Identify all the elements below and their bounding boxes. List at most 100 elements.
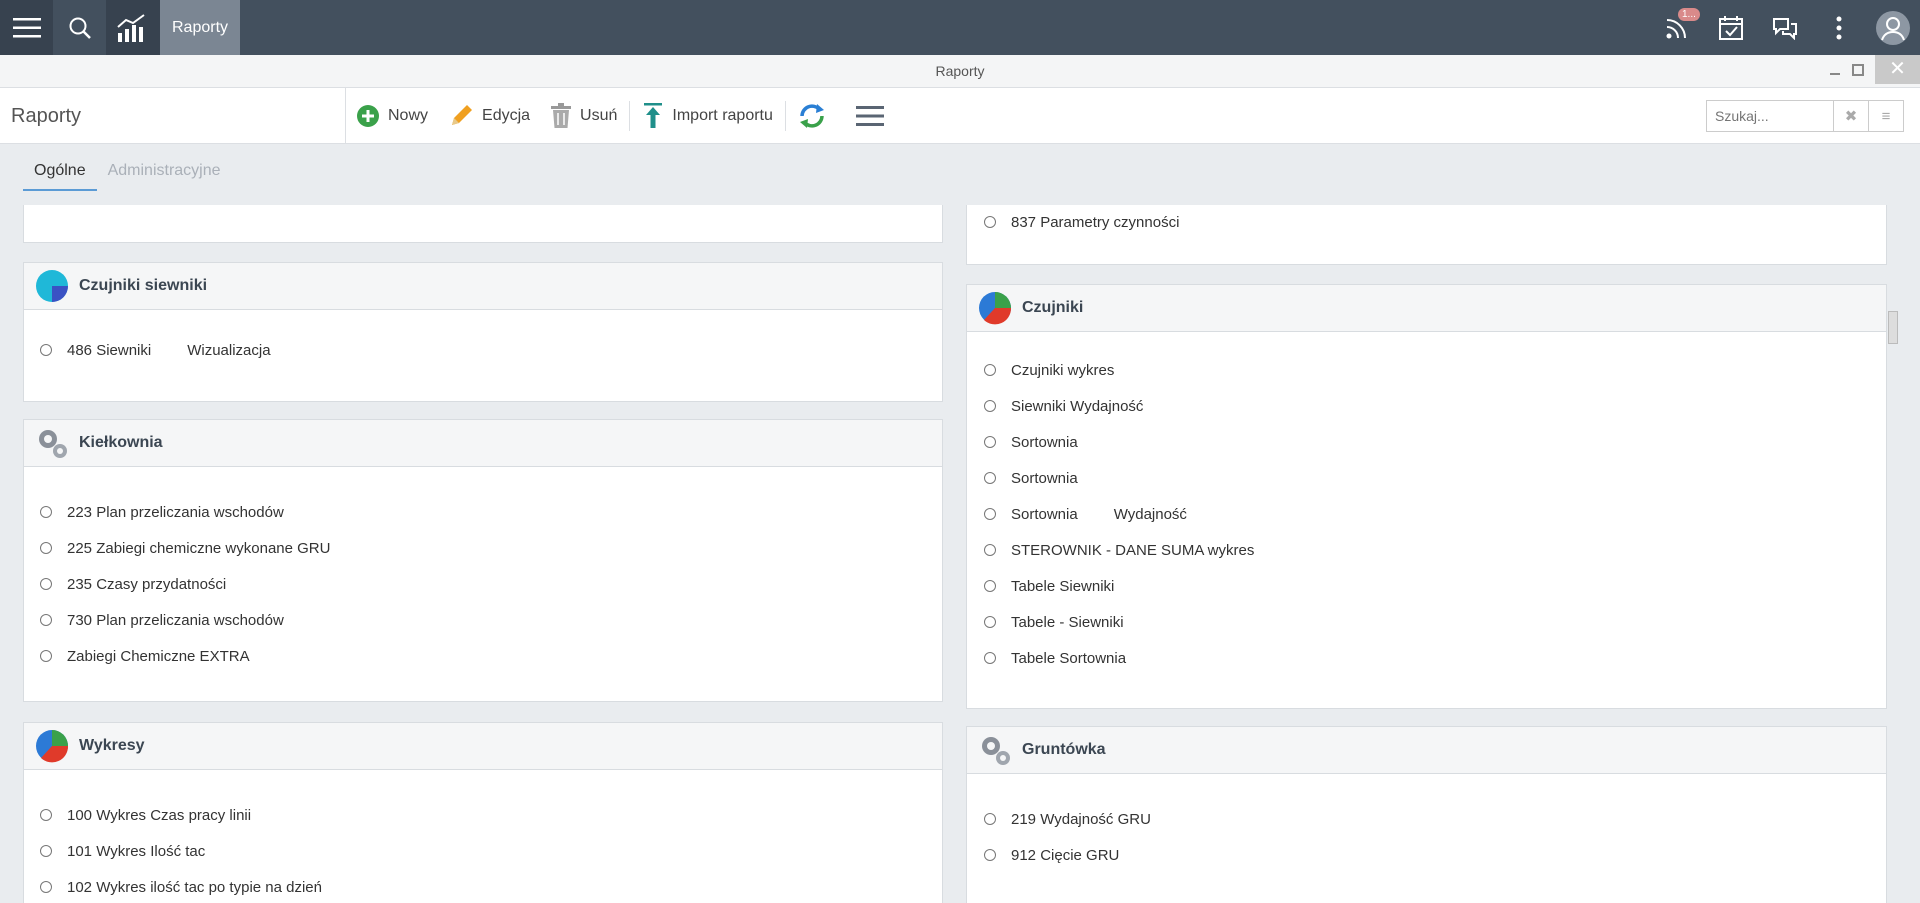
more-options-button[interactable]	[1812, 0, 1866, 55]
report-label: Sortownia	[1011, 469, 1078, 487]
pie-chart-icon	[979, 292, 1012, 325]
report-label: Sortownia	[1011, 505, 1078, 523]
refresh-button[interactable]	[798, 102, 834, 130]
list-menu-button[interactable]	[855, 104, 892, 128]
search-button[interactable]	[53, 0, 106, 55]
report-item[interactable]: 235 Czasy przydatności	[24, 566, 942, 602]
card-title: Czujniki siewniki	[79, 277, 208, 294]
menu-lines-icon	[855, 106, 884, 126]
radio-button[interactable]	[40, 578, 52, 590]
search-icon	[69, 17, 91, 39]
scrollbar-thumb[interactable]	[1888, 311, 1898, 344]
feed-button[interactable]: 1...	[1650, 0, 1704, 55]
radio-button[interactable]	[40, 881, 52, 893]
minimize-button[interactable]	[1825, 55, 1845, 84]
report-item[interactable]: Tabele Siewniki	[967, 568, 1886, 604]
radio-button[interactable]	[984, 436, 996, 448]
reports-module-button[interactable]	[106, 0, 160, 55]
delete-label: Usuń	[580, 107, 618, 124]
report-item[interactable]: Tabele Sortownia	[967, 640, 1886, 676]
report-item[interactable]: Sortownia	[967, 424, 1886, 460]
tab-ogolne[interactable]: Ogólne	[23, 152, 97, 191]
page-title: Raporty	[11, 105, 82, 127]
gears-icon	[982, 737, 1010, 765]
report-label: 730 Plan przeliczania wschodów	[67, 611, 284, 629]
report-item[interactable]: 912 Cięcie GRU	[967, 837, 1886, 873]
report-group-czujniki-siewniki: Czujniki siewniki 486 Siewniki Wizualiza…	[23, 262, 943, 402]
radio-button[interactable]	[984, 364, 996, 376]
report-item[interactable]: 225 Zabiegi chemiczne wykonane GRU	[24, 530, 942, 566]
pie-chart-icon	[36, 270, 68, 302]
report-item[interactable]: 223 Plan przeliczania wschodów	[24, 494, 942, 530]
radio-button[interactable]	[984, 216, 996, 228]
radio-button[interactable]	[40, 809, 52, 821]
report-item[interactable]: Sortownia Wydajność	[967, 496, 1886, 532]
minimize-icon	[1830, 72, 1840, 75]
search-input[interactable]	[1707, 101, 1833, 131]
report-label: 100 Wykres Czas pracy linii	[67, 806, 252, 824]
card-header: Kiełkownia	[24, 420, 942, 467]
chat-icon	[1773, 17, 1797, 40]
divider	[784, 101, 786, 131]
report-item[interactable]: 219 Wydajność GRU	[967, 801, 1886, 837]
radio-button[interactable]	[984, 508, 996, 520]
report-item[interactable]: 101 Wykres Ilość tac	[24, 833, 942, 869]
edit-label: Edycja	[482, 107, 531, 124]
search-options-button[interactable]: ≡	[1868, 101, 1903, 131]
new-button[interactable]: Nowy	[356, 104, 428, 128]
report-item[interactable]: 102 Wykres ilość tac po typie na dzień	[24, 869, 942, 903]
radio-button[interactable]	[40, 845, 52, 857]
radio-button[interactable]	[40, 506, 52, 518]
report-label: Tabele - Siewniki	[1011, 613, 1124, 631]
card-header: Wykresy	[24, 723, 942, 770]
report-item[interactable]: 100 Wykres Czas pracy linii	[24, 797, 942, 833]
radio-button[interactable]	[984, 616, 996, 628]
card-title: Kiełkownia	[79, 434, 163, 451]
tab-administracyjne[interactable]: Administracyjne	[97, 152, 232, 191]
radio-button[interactable]	[984, 652, 996, 664]
card-header: Czujniki	[967, 285, 1886, 332]
radio-button[interactable]	[984, 544, 996, 556]
calendar-button[interactable]	[1704, 0, 1758, 55]
close-window-button[interactable]: ✕	[1875, 55, 1920, 84]
add-circle-icon	[357, 105, 379, 127]
hamburger-menu-button[interactable]	[0, 0, 53, 55]
clear-search-button[interactable]: ✖	[1833, 101, 1868, 131]
radio-button[interactable]	[984, 472, 996, 484]
hamburger-icon	[12, 17, 41, 37]
tab-raporty[interactable]: Raporty	[160, 0, 241, 55]
radio-button[interactable]	[40, 614, 52, 626]
radio-button[interactable]	[984, 580, 996, 592]
report-item[interactable]: Sortownia	[967, 460, 1886, 496]
report-item[interactable]: Czujniki wykres	[967, 352, 1886, 388]
report-label: 102 Wykres ilość tac po typie na dzień	[67, 878, 322, 896]
report-item[interactable]: Siewniki Wydajność	[967, 388, 1886, 424]
more-vertical-icon	[1836, 16, 1842, 39]
radio-button[interactable]	[984, 813, 996, 825]
radio-button[interactable]	[40, 542, 52, 554]
pencil-icon	[452, 105, 473, 125]
notification-badge: 1...	[1678, 8, 1700, 21]
report-item[interactable]: 837 Parametry czynności	[967, 205, 1179, 240]
radio-button[interactable]	[40, 650, 52, 662]
import-report-button[interactable]: Import raportu	[642, 103, 773, 129]
report-item[interactable]: STEROWNIK - DANE SUMA wykres	[967, 532, 1886, 568]
report-item[interactable]: 730 Plan przeliczania wschodów	[24, 602, 942, 638]
delete-button[interactable]: Usuń	[550, 103, 617, 129]
trash-icon	[551, 103, 572, 128]
report-item[interactable]: Zabiegi Chemiczne EXTRA	[24, 638, 942, 674]
report-item[interactable]: Tabele - Siewniki	[967, 604, 1886, 640]
search-box: ✖ ≡	[1706, 100, 1904, 132]
edit-button[interactable]: Edycja	[448, 103, 530, 129]
report-group-card	[23, 205, 943, 243]
chat-button[interactable]	[1758, 0, 1812, 55]
report-label: 101 Wykres Ilość tac	[67, 842, 206, 860]
report-item[interactable]: 486 Siewniki Wizualizacja	[24, 332, 942, 368]
radio-button[interactable]	[40, 344, 52, 356]
card-title: Gruntówka	[1022, 741, 1106, 758]
radio-button[interactable]	[984, 849, 996, 861]
gears-icon	[39, 430, 67, 458]
maximize-button[interactable]	[1848, 55, 1868, 84]
radio-button[interactable]	[984, 400, 996, 412]
user-profile-button[interactable]	[1866, 0, 1920, 55]
